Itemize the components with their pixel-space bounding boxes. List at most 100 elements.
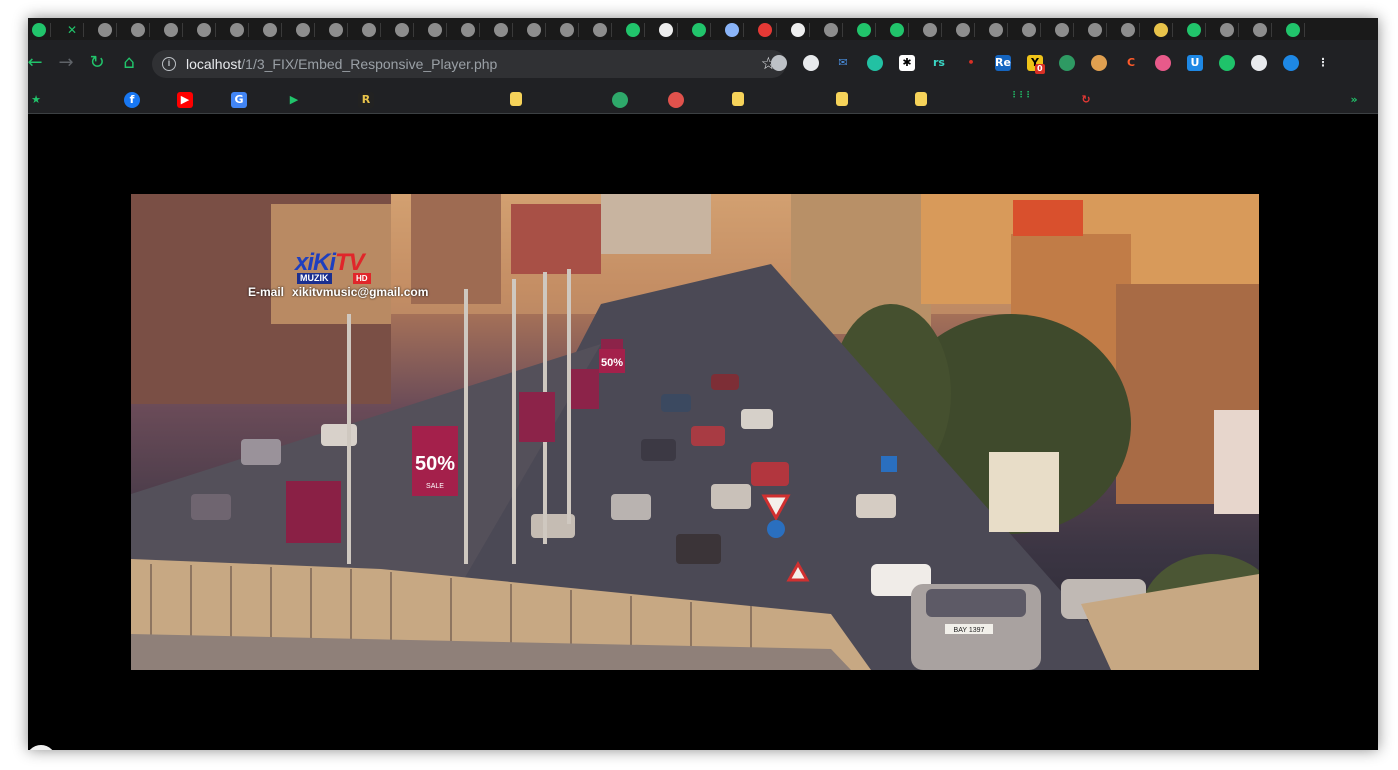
refresh-red-icon[interactable]: ↻	[1078, 92, 1094, 108]
note-icon[interactable]	[510, 92, 522, 106]
rs-icon[interactable]: rs	[931, 55, 947, 71]
robot-icon[interactable]	[867, 55, 883, 71]
tab-separator	[314, 23, 315, 37]
tab-separator	[215, 23, 216, 37]
browser-tab[interactable]	[758, 23, 777, 37]
browser-tab[interactable]	[98, 23, 117, 37]
tab-separator	[875, 23, 876, 37]
tab-separator	[512, 23, 513, 37]
u-icon[interactable]: U	[1187, 55, 1203, 71]
billboard-right	[1214, 410, 1259, 514]
browser-tab[interactable]	[857, 23, 876, 37]
browser-tab[interactable]	[593, 23, 612, 37]
browser-tab[interactable]	[560, 23, 579, 37]
y-badge-icon[interactable]: Y0	[1027, 55, 1045, 74]
tab-favicon-icon	[494, 23, 508, 37]
browser-tab[interactable]	[1121, 23, 1140, 37]
earth-icon[interactable]	[1059, 55, 1075, 71]
globe-icon[interactable]	[771, 55, 787, 71]
coffee-icon[interactable]	[1091, 55, 1107, 71]
browser-tab[interactable]	[131, 23, 150, 37]
browser-tab[interactable]	[527, 23, 546, 37]
browser-tab[interactable]	[395, 23, 414, 37]
browser-tab[interactable]	[461, 23, 480, 37]
reload-icon[interactable]: ↻	[86, 52, 108, 74]
browser-tab[interactable]	[164, 23, 183, 37]
note-icon[interactable]	[836, 92, 848, 106]
address-url[interactable]: localhost/1/3_FIX/Embed_Responsive_Playe…	[186, 56, 497, 72]
tab-separator	[50, 23, 51, 37]
playlist-icon[interactable]	[1251, 55, 1267, 71]
browser-tab[interactable]	[956, 23, 975, 37]
more-bookmarks-icon[interactable]: »	[1346, 92, 1362, 108]
browser-tab[interactable]	[296, 23, 315, 37]
tab-favicon-icon	[296, 23, 310, 37]
browser-tab[interactable]	[230, 23, 249, 37]
toolbar: ← → ↻ ⌂ i localhost/1/3_FIX/Embed_Respon…	[28, 40, 1378, 86]
browser-tab[interactable]	[659, 23, 678, 37]
browser-tab[interactable]	[1022, 23, 1041, 37]
browser-tab[interactable]	[989, 23, 1008, 37]
browser-tab[interactable]	[329, 23, 348, 37]
r-icon[interactable]: R	[358, 92, 374, 108]
tab-favicon-icon	[923, 23, 937, 37]
puzzle-icon[interactable]	[1219, 55, 1235, 71]
grid-icon[interactable]: ⋮⋮⋮	[1010, 91, 1032, 108]
tab-favicon-icon	[428, 23, 442, 37]
browser-tab[interactable]	[362, 23, 381, 37]
browser-tab[interactable]	[263, 23, 282, 37]
youtube-icon[interactable]: ▶	[177, 92, 193, 108]
sale-sign-percent: 50%	[415, 453, 455, 475]
bus-icon[interactable]	[803, 55, 819, 71]
play-green-icon[interactable]: ▶	[286, 92, 302, 108]
forward-icon[interactable]: →	[55, 52, 77, 74]
menu-dots-icon[interactable]: ⋮	[1315, 55, 1331, 71]
browser-tab[interactable]	[725, 23, 744, 37]
browser-tab[interactable]	[824, 23, 843, 37]
browser-tab[interactable]	[1088, 23, 1107, 37]
browser-tab[interactable]	[1154, 23, 1173, 37]
tab-separator	[1271, 23, 1272, 37]
browser-tab[interactable]	[1187, 23, 1206, 37]
browser-tab[interactable]	[1220, 23, 1239, 37]
browser-tab[interactable]	[32, 23, 51, 37]
video-player[interactable]: BAY 1397 50% SALE 50% xiKiTV MUZIK HD E-…	[131, 194, 1259, 670]
earth-green-icon[interactable]	[612, 92, 628, 108]
ci-icon[interactable]: C	[1123, 55, 1139, 71]
extension-badge: 0	[1035, 64, 1045, 74]
star-bookmark-icon[interactable]: ★	[28, 92, 44, 108]
browser-tab[interactable]	[626, 23, 645, 37]
mail-icon[interactable]: ✉	[835, 55, 851, 71]
browser-tab[interactable]	[923, 23, 942, 37]
asterisk-icon[interactable]: ✱	[899, 55, 915, 71]
browser-tab[interactable]: ✕	[65, 23, 84, 37]
browser-tab[interactable]	[1286, 23, 1305, 37]
browser-tab[interactable]	[890, 23, 909, 37]
target-icon[interactable]	[1283, 55, 1299, 71]
flower-icon[interactable]	[668, 92, 684, 108]
floating-circle-button[interactable]	[28, 745, 56, 750]
browser-tab[interactable]	[428, 23, 447, 37]
logo-main: xiKi	[295, 249, 336, 276]
note-icon[interactable]	[732, 92, 744, 106]
home-icon[interactable]: ⌂	[118, 52, 140, 74]
browser-tab[interactable]	[791, 23, 810, 37]
back-icon[interactable]: ←	[28, 52, 46, 74]
address-bar[interactable]: i localhost/1/3_FIX/Embed_Responsive_Pla…	[152, 50, 786, 78]
browser-tab[interactable]	[197, 23, 216, 37]
logo-muzik: MUZIK	[297, 273, 332, 284]
browser-tab[interactable]	[494, 23, 513, 37]
tab-favicon-icon	[1154, 23, 1168, 37]
facebook-icon[interactable]: f	[124, 92, 140, 108]
site-info-icon[interactable]: i	[162, 57, 176, 71]
tab-separator	[545, 23, 546, 37]
tab-separator	[413, 23, 414, 37]
note-icon[interactable]	[915, 92, 927, 106]
browser-tab[interactable]	[1055, 23, 1074, 37]
re-icon[interactable]: Re	[995, 55, 1011, 71]
pen-icon[interactable]	[1155, 55, 1171, 71]
browser-tab[interactable]	[692, 23, 711, 37]
red-dot-icon[interactable]: •	[963, 55, 979, 71]
browser-tab[interactable]	[1253, 23, 1272, 37]
translate-icon[interactable]: G	[231, 92, 247, 108]
